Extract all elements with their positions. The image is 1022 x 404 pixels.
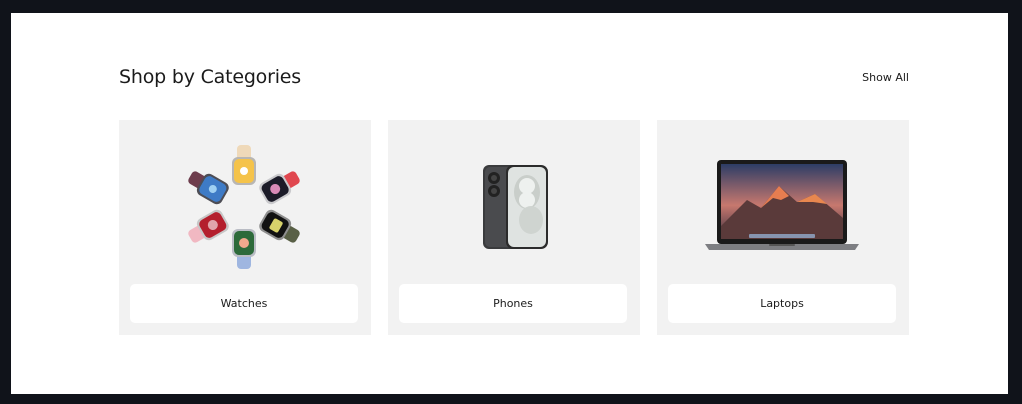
category-card-phones[interactable]: Phones <box>388 120 640 335</box>
category-label-laptops: Laptops <box>668 284 896 323</box>
section-title: Shop by Categories <box>119 66 301 88</box>
phones-image <box>483 165 548 249</box>
categories-section: Shop by Categories Show All Watches Phon… <box>11 13 1008 394</box>
category-label-phones: Phones <box>399 284 627 323</box>
category-card-laptops[interactable]: Laptops <box>657 120 909 335</box>
show-all-link[interactable]: Show All <box>862 71 909 84</box>
category-card-watches[interactable]: Watches <box>119 120 371 335</box>
laptops-image <box>705 160 859 250</box>
watches-image <box>188 145 300 269</box>
category-label-watches: Watches <box>130 284 358 323</box>
